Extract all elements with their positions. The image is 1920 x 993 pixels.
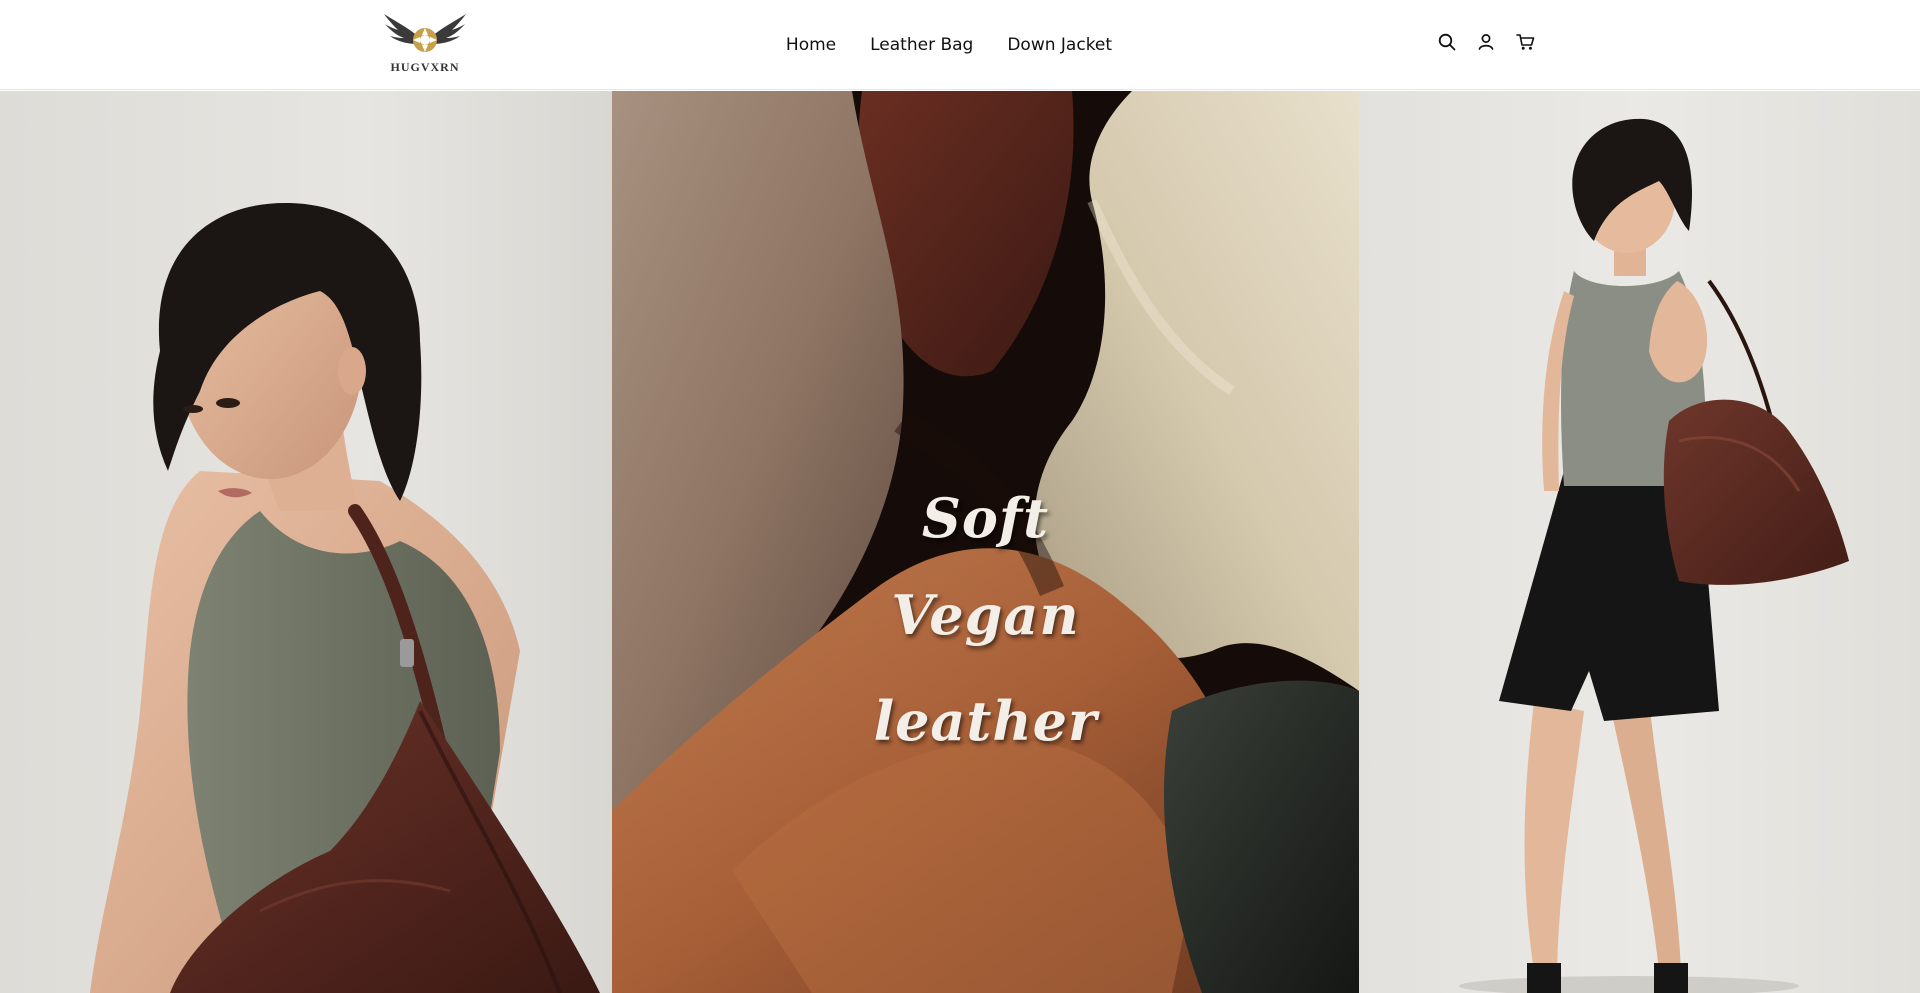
brand-logo[interactable]: HUGVXRN bbox=[382, 10, 468, 78]
model-closeup-illustration bbox=[90, 202, 600, 993]
hero-headline-word-2: Vegan bbox=[891, 583, 1080, 647]
nav-item-leather-bag[interactable]: Leather Bag bbox=[870, 35, 973, 55]
cart-icon[interactable] bbox=[1515, 32, 1535, 52]
account-icon[interactable] bbox=[1476, 32, 1496, 52]
hero-banner[interactable]: Soft Vegan leather bbox=[0, 91, 1920, 993]
hero-image-model-closeup bbox=[0, 91, 612, 993]
model-full-illustration bbox=[1459, 118, 1849, 993]
brand-name: HUGVXRN bbox=[390, 60, 460, 74]
header-actions bbox=[1437, 32, 1535, 52]
nav-item-home[interactable]: Home bbox=[786, 35, 836, 55]
hero-image-model-full bbox=[1359, 91, 1920, 993]
hero-headline-word-1: Soft bbox=[921, 486, 1050, 550]
hero-image-leather-swatches: Soft Vegan leather bbox=[612, 91, 1359, 993]
main-nav: Home Leather Bag Down Jacket bbox=[0, 0, 1920, 90]
winged-emblem-icon bbox=[384, 14, 466, 52]
site-header: HUGVXRN Home Leather Bag Down Jacket bbox=[0, 0, 1920, 90]
search-icon[interactable] bbox=[1437, 32, 1457, 52]
hero-headline-word-3: leather bbox=[873, 689, 1098, 753]
nav-item-down-jacket[interactable]: Down Jacket bbox=[1007, 35, 1112, 55]
